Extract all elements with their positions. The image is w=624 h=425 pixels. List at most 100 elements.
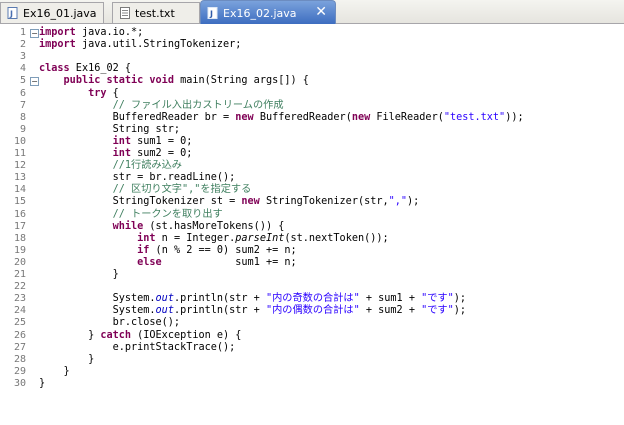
code-text: while (st.hasMoreTokens()) { xyxy=(112,220,285,232)
code-text: } catch (IOException e) { xyxy=(39,329,242,341)
fold-collapse-icon[interactable]: − xyxy=(30,77,39,87)
code-line[interactable]: 3 xyxy=(0,51,624,63)
line-number: 25 xyxy=(13,317,26,329)
code-text: public static void main(String args[]) { xyxy=(63,75,309,87)
code-line[interactable]: 5− public static void main(String args[]… xyxy=(0,75,624,87)
tab-ex16-02[interactable]: J Ex16_02.java ✕ xyxy=(200,0,336,24)
code-text: } xyxy=(39,365,70,377)
line-number: 4 xyxy=(19,63,26,75)
code-line[interactable]: 13 str = br.readLine(); xyxy=(0,172,624,184)
line-number: 9 xyxy=(19,123,26,135)
code-line[interactable]: 29 } xyxy=(0,366,624,378)
line-number: 27 xyxy=(13,341,26,353)
editor-tab-bar: J Ex16_01.java test.txt J Ex16_02.java ✕ xyxy=(0,0,624,24)
line-number: 10 xyxy=(13,135,26,147)
tab-test-txt[interactable]: test.txt xyxy=(112,2,200,23)
line-number: 12 xyxy=(13,160,26,172)
code-text: try { xyxy=(88,87,119,99)
code-line[interactable]: 7 // ファイル入出カストリームの作成 xyxy=(0,100,624,112)
code-text: // 区切り文字","を指定する xyxy=(112,184,252,196)
line-number: 17 xyxy=(13,220,26,232)
tab-ex16-01[interactable]: J Ex16_01.java xyxy=(0,2,104,23)
code-line[interactable]: 23 System.out.println(str + "内の奇数の合計は" +… xyxy=(0,293,624,305)
java-file-icon: J xyxy=(7,7,18,19)
line-number: 8 xyxy=(19,111,26,123)
tab-label: Ex16_02.java xyxy=(223,7,297,20)
code-line[interactable]: 22 xyxy=(0,281,624,293)
code-line[interactable]: 4 class Ex16_02 { xyxy=(0,63,624,75)
code-text: } xyxy=(39,269,119,280)
code-line[interactable]: 26 } catch (IOException e) { xyxy=(0,330,624,342)
code-text: if (n % 2 == 0) sum2 += n; xyxy=(137,244,297,256)
tab-label: Ex16_01.java xyxy=(23,7,97,20)
code-line[interactable]: 19 if (n % 2 == 0) sum2 += n; xyxy=(0,245,624,257)
code-text: import java.io.*; xyxy=(39,27,144,38)
line-number: 14 xyxy=(13,184,26,196)
code-editor[interactable]: 1− import java.io.*; 2 import java.util.Str… xyxy=(0,24,624,425)
line-number: 26 xyxy=(13,329,26,341)
code-text: StringTokenizer st = new StringTokenizer… xyxy=(39,196,420,208)
code-line[interactable]: 6 try { xyxy=(0,88,624,100)
code-line[interactable]: 15 StringTokenizer st = new StringTokeni… xyxy=(0,196,624,208)
code-text: BufferedReader br = new BufferedReader(n… xyxy=(39,111,524,123)
code-line[interactable]: 28 } xyxy=(0,354,624,366)
code-line[interactable]: 11 int sum2 = 0; xyxy=(0,148,624,160)
line-number: 13 xyxy=(13,172,26,184)
code-line[interactable]: 8 BufferedReader br = new BufferedReader… xyxy=(0,112,624,124)
tab-label: test.txt xyxy=(135,7,175,20)
svg-text:J: J xyxy=(209,10,213,19)
code-text: // トークンを取り出す xyxy=(112,208,223,220)
code-line[interactable]: 18 int n = Integer.parseInt(st.nextToken… xyxy=(0,233,624,245)
code-text: // ファイル入出カストリームの作成 xyxy=(112,99,284,111)
code-line[interactable]: 10 int sum1 = 0; xyxy=(0,136,624,148)
line-number: 1 xyxy=(19,27,26,38)
code-text: int n = Integer.parseInt(st.nextToken())… xyxy=(137,232,389,244)
code-text: str = br.readLine(); xyxy=(39,172,236,184)
code-text: import java.util.StringTokenizer; xyxy=(39,39,242,51)
line-number: 24 xyxy=(13,305,26,317)
code-line[interactable]: 14 // 区切り文字","を指定する xyxy=(0,184,624,196)
text-file-icon xyxy=(120,7,130,19)
code-text: String str; xyxy=(39,123,181,135)
code-text: e.printStackTrace(); xyxy=(39,341,236,353)
line-number: 21 xyxy=(13,269,26,280)
code-line[interactable]: 20 else sum1 += n; xyxy=(0,257,624,269)
code-text: int sum2 = 0; xyxy=(112,148,193,159)
java-file-icon: J xyxy=(207,7,218,19)
code-line[interactable]: 25 br.close(); xyxy=(0,317,624,329)
code-text: else sum1 += n; xyxy=(137,256,297,268)
line-number: 3 xyxy=(19,51,26,63)
line-number: 23 xyxy=(13,293,26,305)
code-text: //1行読み込み xyxy=(112,160,182,172)
code-text: class Ex16_02 { xyxy=(39,63,132,75)
svg-text:J: J xyxy=(9,10,13,19)
line-number: 11 xyxy=(13,148,26,159)
code-line[interactable]: 1− import java.io.*; xyxy=(0,27,624,39)
fold-collapse-icon[interactable]: − xyxy=(30,29,39,38)
code-line[interactable]: 12 //1行読み込み xyxy=(0,160,624,172)
code-line[interactable]: 2 import java.util.StringTokenizer; xyxy=(0,39,624,51)
code-line[interactable]: 16 // トークンを取り出す xyxy=(0,209,624,221)
close-icon[interactable]: ✕ xyxy=(315,3,327,22)
line-number: 19 xyxy=(13,244,26,256)
line-number: 16 xyxy=(13,208,26,220)
code-text: br.close(); xyxy=(39,317,181,329)
line-number: 15 xyxy=(13,196,26,208)
code-text: } xyxy=(39,353,95,365)
code-line[interactable]: 21 } xyxy=(0,269,624,281)
line-number: 6 xyxy=(19,87,26,99)
code-text: System.out.println(str + "内の偶数の合計は" + su… xyxy=(39,305,467,317)
code-line[interactable]: 17 while (st.hasMoreTokens()) { xyxy=(0,221,624,233)
code-text: System.out.println(str + "内の奇数の合計は" + su… xyxy=(39,293,467,305)
code-line[interactable]: 9 String str; xyxy=(0,124,624,136)
line-number: 5 xyxy=(19,75,26,87)
line-number: 18 xyxy=(13,232,26,244)
code-line[interactable]: 24 System.out.println(str + "内の偶数の合計は" +… xyxy=(0,305,624,317)
line-number: 22 xyxy=(13,281,26,293)
code-line[interactable]: 30} xyxy=(0,378,624,390)
code-text: int sum1 = 0; xyxy=(112,135,193,147)
code-line[interactable]: 27 e.printStackTrace(); xyxy=(0,342,624,354)
code-text: } xyxy=(39,377,46,389)
line-number: 7 xyxy=(19,99,26,111)
line-number: 2 xyxy=(19,39,26,51)
